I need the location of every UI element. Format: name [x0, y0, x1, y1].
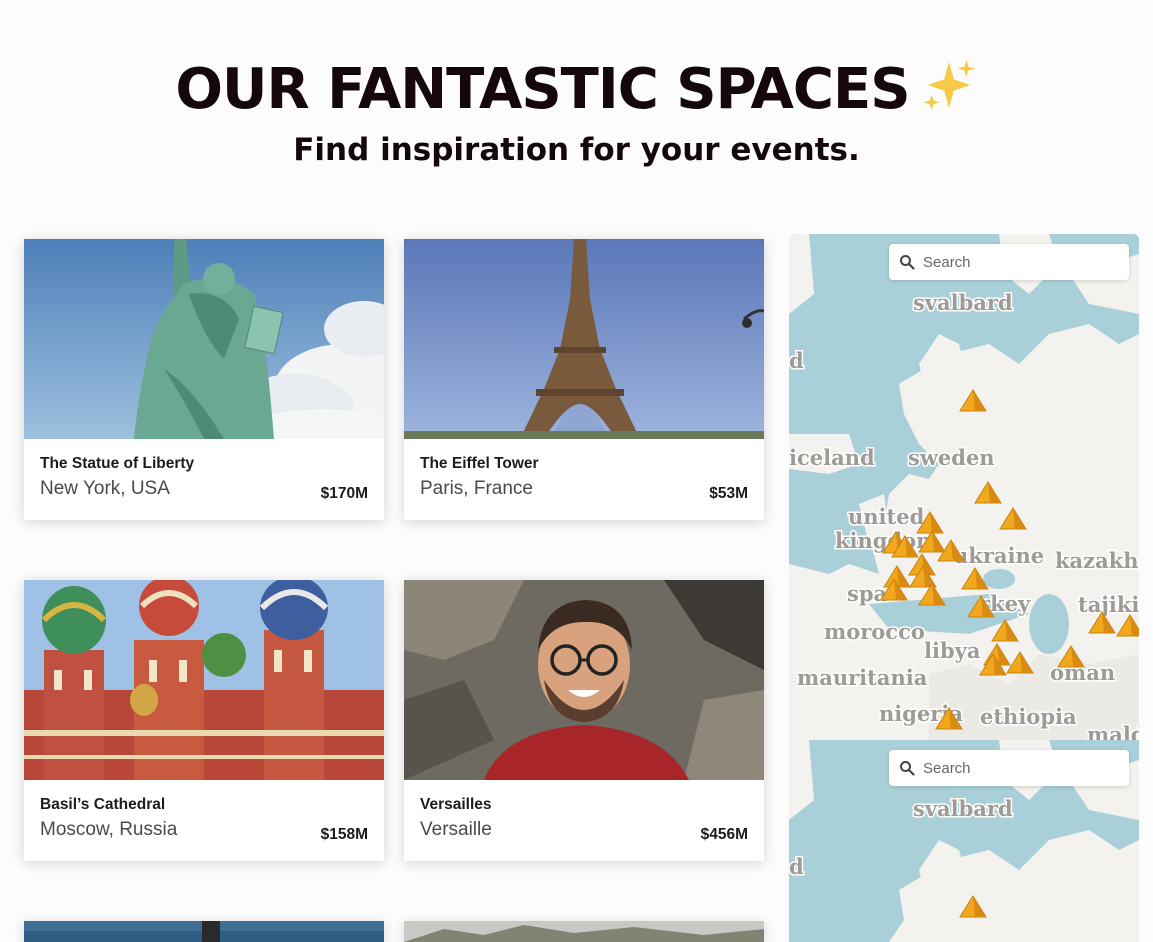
card-title: Versailles [420, 796, 492, 813]
space-card-eiffel-tower[interactable]: The Eiffel Tower Paris, France $53M [404, 239, 764, 520]
card-location: Versaille [420, 819, 492, 840]
map-label-maldives-partial: mald [1087, 722, 1139, 740]
card-title: The Eiffel Tower [420, 455, 539, 472]
map-label-greenland-partial: d [789, 348, 804, 373]
map-label-greenland-partial: d [789, 854, 804, 879]
card-details: Basil’s Cathedral Moscow, Russia $158M [24, 780, 384, 861]
search-icon [900, 255, 915, 270]
map-panel[interactable]: svalbard d iceland sweden united kingdom… [789, 234, 1139, 740]
page-title: OUR FANTASTIC SPACES [0, 56, 1153, 123]
map-search-box[interactable] [889, 750, 1129, 786]
map-search-input[interactable] [923, 750, 1119, 786]
page-subtitle: Find inspiration for your events. [293, 132, 860, 168]
map-label-ukraine: ukraine [953, 543, 1044, 568]
space-card-partial-left[interactable] [24, 921, 384, 942]
card-location: Paris, France [420, 478, 533, 499]
space-card-versailles[interactable]: Versailles Versaille $456M [404, 580, 764, 861]
great-wall-photo [404, 921, 764, 942]
space-card-basils-cathedral[interactable]: Basil’s Cathedral Moscow, Russia $158M [24, 580, 384, 861]
space-card-partial-right[interactable] [404, 921, 764, 942]
map-label-sweden: sweden [908, 445, 995, 470]
card-location: Moscow, Russia [40, 819, 178, 840]
page: OUR FANTASTIC SPACES Find inspiration fo… [0, 0, 1153, 942]
card-title: Basil’s Cathedral [40, 796, 166, 813]
space-card-statue-of-liberty[interactable]: The Statue of Liberty New York, USA $170… [24, 239, 384, 520]
card-details: The Statue of Liberty New York, USA $170… [24, 439, 384, 520]
card-details: The Eiffel Tower Paris, France $53M [404, 439, 764, 520]
map-search-box[interactable] [889, 244, 1129, 280]
card-location: New York, USA [40, 478, 170, 499]
card-title: The Statue of Liberty [40, 455, 195, 472]
map-label-ethiopia: ethiopia [980, 704, 1077, 729]
smiling-man-portrait-photo [404, 580, 764, 780]
card-price: $158M [320, 826, 368, 843]
map-label-morocco: morocco [824, 619, 925, 644]
card-price: $456M [700, 826, 748, 843]
page-title-text: OUR FANTASTIC SPACES [175, 57, 910, 122]
card-details: Versailles Versaille $456M [404, 780, 764, 861]
map-label-libya: libya [924, 638, 981, 663]
map-label-spain: spa [847, 581, 888, 606]
card-price: $53M [709, 485, 748, 502]
map-label-iceland: iceland [789, 445, 875, 470]
ocean-photo [24, 921, 384, 942]
basils-cathedral-photo [24, 580, 384, 780]
map-label-mauritania: mauritania [797, 665, 928, 690]
search-icon [900, 761, 915, 776]
europe-map[interactable]: svalbard d iceland sweden united kingdom… [789, 234, 1139, 740]
map-label-svalbard: svalbard [913, 796, 1013, 821]
map-label-united: united [848, 504, 925, 529]
eiffel-tower-photo [404, 239, 764, 439]
map-search-input[interactable] [923, 244, 1119, 280]
statue-of-liberty-photo [24, 239, 384, 439]
card-price: $170M [320, 485, 368, 502]
map-label-tajikistan: tajikis [1078, 592, 1139, 617]
map-label-kazakhstan: kazakhst [1055, 548, 1139, 573]
map-panel-secondary[interactable]: svalbard d [789, 740, 1139, 942]
map-label-svalbard: svalbard [913, 290, 1013, 315]
sparkles-icon [923, 59, 975, 111]
